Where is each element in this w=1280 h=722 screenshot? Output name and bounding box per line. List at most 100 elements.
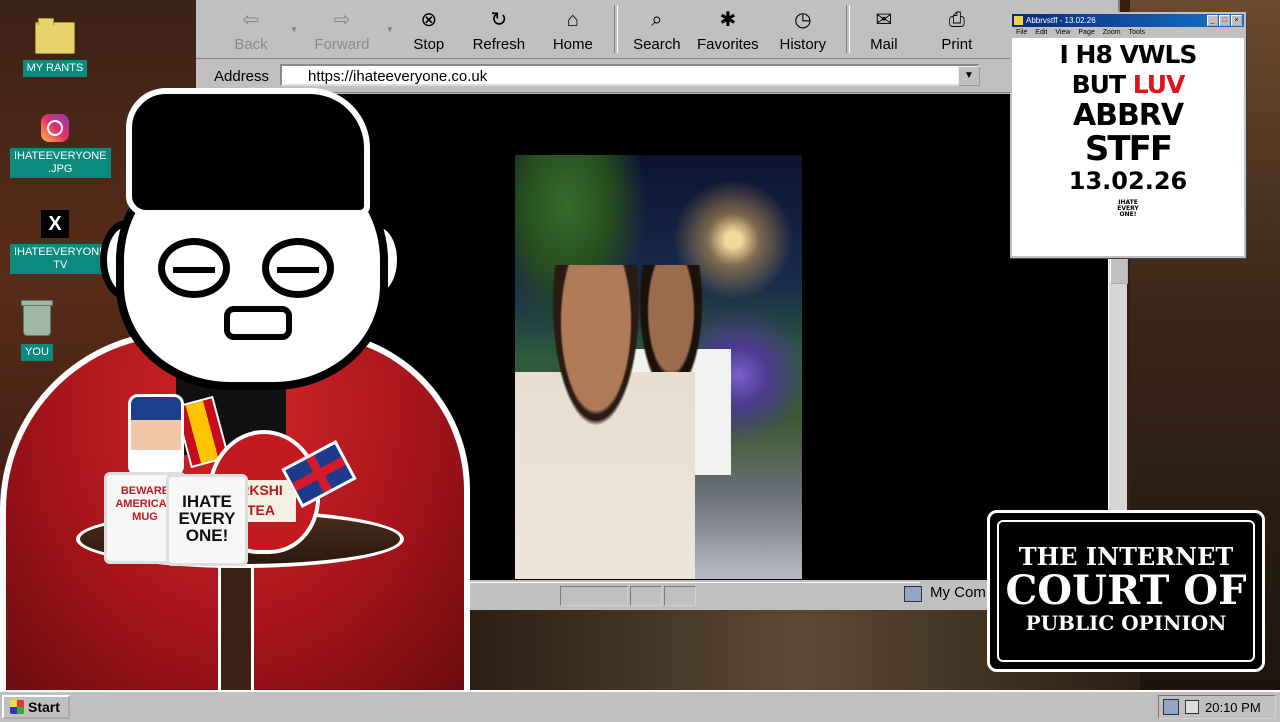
- search-label: Search: [633, 36, 681, 53]
- forward-button[interactable]: ⇨ Forward: [302, 0, 382, 58]
- popup-title: Abbrvstff - 13.02.26: [1026, 16, 1096, 25]
- forward-dropdown-icon[interactable]: ▼: [386, 25, 394, 34]
- print-icon: ⎙: [948, 9, 965, 31]
- network-icon[interactable]: [1163, 699, 1179, 715]
- refresh-label: Refresh: [472, 36, 526, 53]
- character-mouth: [224, 306, 292, 340]
- desktop-icon-label: MY RANTS: [22, 60, 88, 77]
- system-tray: 20:10 PM: [1158, 695, 1276, 719]
- x-icon: X: [41, 210, 69, 238]
- poster-date: 13.02.26: [1068, 167, 1188, 195]
- browser-toolbar: ⇦ Back ▼ ⇨ Forward ▼ ⊗ Stop ↻ Refresh ⌂ …: [196, 0, 1118, 59]
- back-label: Back: [234, 36, 268, 53]
- desktop-icon-ihateeveryone-tv[interactable]: X IHATEEVERYONE TV: [10, 210, 111, 274]
- table-leg: [218, 560, 254, 690]
- minimize-icon[interactable]: _: [1207, 15, 1218, 26]
- popup-menu-page[interactable]: Page: [1078, 27, 1094, 38]
- poster-content: I H8 VWLS BUT LUV ABBRV STFF 13.02.26 IH…: [1012, 40, 1244, 218]
- search-icon: ⌕: [651, 9, 663, 31]
- poster-logo: IHATE EVERY ONE!: [1117, 199, 1139, 218]
- photo-person-foreground: [515, 265, 695, 579]
- popup-menu-bar: File Edit View Page Zoom Tools: [1012, 27, 1244, 38]
- popup-window-controls: _ □ ×: [1207, 15, 1242, 26]
- court-sign: THE INTERNET COURT OF PUBLIC OPINION: [987, 510, 1265, 672]
- character-right-eye: [262, 238, 334, 298]
- favorites-button[interactable]: ✱ Favorites: [690, 0, 766, 58]
- popup-menu-file[interactable]: File: [1016, 27, 1027, 38]
- court-sign-line-3: PUBLIC OPINION: [1025, 611, 1227, 635]
- history-icon: ◷: [794, 9, 812, 31]
- desktop-icon-recycle-bin[interactable]: YOU: [0, 300, 82, 361]
- home-button[interactable]: ⌂ Home: [538, 0, 608, 58]
- stop-button[interactable]: ⊗ Stop: [398, 0, 460, 58]
- taskbar: Start 20:10 PM: [0, 690, 1280, 722]
- refresh-button[interactable]: ↻ Refresh: [460, 0, 538, 58]
- home-icon: ⌂: [566, 9, 579, 31]
- poster-line-2a: BUT: [1071, 70, 1133, 99]
- refresh-icon: ↻: [490, 9, 508, 31]
- print-label: Print: [941, 36, 973, 53]
- print-button[interactable]: ⎙ Print: [912, 0, 1002, 58]
- uncle-sam-figure: [128, 394, 184, 476]
- status-cell: [664, 586, 696, 606]
- favorites-label: Favorites: [697, 36, 759, 53]
- popup-title-bar[interactable]: Abbrvstff - 13.02.26 _ □ ×: [1012, 14, 1244, 27]
- stop-label: Stop: [413, 36, 445, 53]
- start-label: Start: [28, 699, 60, 715]
- search-button[interactable]: ⌕ Search: [624, 0, 690, 58]
- poster-line-4: STFF: [1084, 129, 1173, 169]
- desktop-icon-my-rants[interactable]: MY RANTS: [10, 18, 100, 77]
- desktop-icon-label: YOU: [21, 344, 53, 361]
- poster-line-2: BUT LUV: [1012, 70, 1244, 100]
- forward-label: Forward: [314, 36, 370, 53]
- mug-right: IHATE EVERY ONE!: [166, 474, 248, 566]
- mail-icon: ✉: [875, 9, 893, 31]
- character-left-eye: [158, 238, 230, 298]
- desktop-icon-label: IHATEEVERYONE TV: [10, 244, 111, 274]
- forward-arrow-icon: ⇨: [333, 9, 351, 31]
- history-label: History: [779, 36, 827, 53]
- mail-label: Mail: [870, 36, 898, 53]
- poster-line-3: ABBRV: [1072, 98, 1184, 133]
- toolbar-separator: [845, 5, 850, 53]
- desktop-icon-ihateeveryone-jpg[interactable]: IHATEEVERYONE .JPG: [10, 114, 111, 178]
- popup-menu-view[interactable]: View: [1055, 27, 1070, 38]
- instagram-icon: [41, 114, 69, 142]
- maximize-icon[interactable]: □: [1219, 15, 1230, 26]
- status-cell: [560, 586, 628, 606]
- toolbar-separator: [613, 5, 618, 53]
- character-hair: [126, 88, 370, 216]
- my-computer-zone-icon: [904, 586, 922, 602]
- back-dropdown-icon[interactable]: ▼: [290, 25, 298, 34]
- embedded-photo: [515, 155, 802, 579]
- start-logo-icon: [10, 700, 24, 714]
- court-sign-border: THE INTERNET COURT OF PUBLIC OPINION: [997, 520, 1255, 662]
- court-sign-line-2: COURT OF: [1005, 567, 1247, 614]
- mug-right-text: IHATE EVERY ONE!: [178, 492, 236, 545]
- desktop-icon-label: IHATEEVERYONE .JPG: [10, 148, 111, 178]
- history-button[interactable]: ◷ History: [766, 0, 840, 58]
- clock[interactable]: 20:10 PM: [1205, 700, 1261, 715]
- volume-icon[interactable]: [1185, 700, 1199, 714]
- folder-icon: [35, 18, 75, 54]
- mail-button[interactable]: ✉ Mail: [856, 0, 912, 58]
- status-cell: [630, 586, 662, 606]
- back-arrow-icon: ⇦: [242, 9, 260, 31]
- address-input[interactable]: https://ihateeveryone.co.uk: [280, 64, 980, 86]
- poster-popup-window[interactable]: Abbrvstff - 13.02.26 _ □ × File Edit Vie…: [1010, 12, 1246, 258]
- home-label: Home: [552, 36, 593, 53]
- popup-menu-zoom[interactable]: Zoom: [1103, 27, 1121, 38]
- poster-line-1: I H8 VWLS: [1059, 40, 1198, 69]
- favorites-icon: ✱: [719, 9, 737, 31]
- address-label: Address: [214, 68, 270, 85]
- popup-menu-tools[interactable]: Tools: [1129, 27, 1145, 38]
- address-dropdown-icon[interactable]: ▼: [958, 66, 980, 86]
- start-button[interactable]: Start: [2, 695, 70, 719]
- stop-icon: ⊗: [420, 9, 438, 31]
- back-button[interactable]: ⇦ Back: [216, 0, 286, 58]
- popup-menu-edit[interactable]: Edit: [1035, 27, 1047, 38]
- close-icon[interactable]: ×: [1231, 15, 1242, 26]
- poster-line-2-highlight: LUV: [1132, 70, 1186, 99]
- security-zone-label: My Com: [930, 584, 986, 601]
- recycle-bin-icon: [21, 300, 53, 336]
